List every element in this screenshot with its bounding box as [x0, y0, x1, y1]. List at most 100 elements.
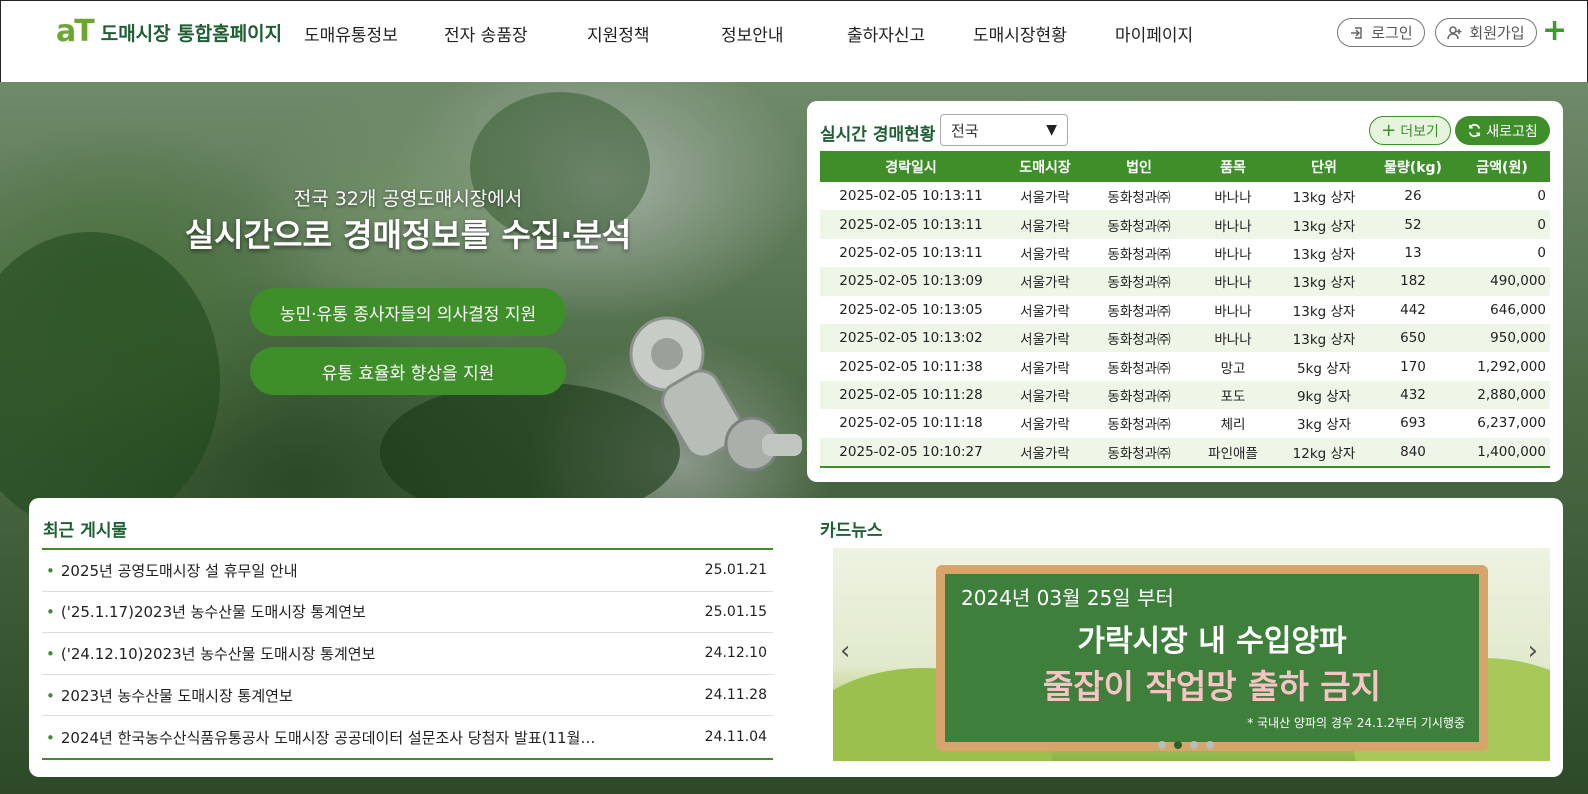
cell-corporation: 동화청과㈜ [1107, 190, 1171, 207]
post-date: 25.01.15 [704, 603, 767, 620]
nav-item-e-invoice[interactable]: 전자 송품장 [444, 21, 528, 46]
table-row[interactable]: 2025-02-05 10:13:11 서울가락 동화청과㈜ 바나나 13kg 상자 13… [820, 239, 1550, 267]
dropdown-arrow-icon: ▼ [1046, 122, 1057, 138]
cell-unit: 12kg 상자 [1292, 445, 1356, 462]
table-row[interactable]: 2025-02-05 10:11:18 서울가락 동화청과㈜ 체리 3kg 상자 693 6… [820, 409, 1550, 437]
nav-item-shipper-report[interactable]: 출하자신고 [847, 21, 925, 46]
post-item[interactable]: • 2025년 공영도매시장 설 휴무일 안내 25.01.21 [42, 550, 773, 592]
plus-menu-icon[interactable]: + [1542, 16, 1567, 46]
more-button[interactable]: + 더보기 [1369, 116, 1451, 145]
table-row[interactable]: 2025-02-05 10:13:09 서울가락 동화청과㈜ 바나나 13kg 상자 18… [820, 267, 1550, 296]
nav-item-market-status[interactable]: 도매시장현황 [973, 21, 1067, 46]
post-item[interactable]: • ('24.12.10)2023년 농수산물 도매시장 통계연보 24.12.10 [42, 633, 773, 675]
post-title-wrap: • 2024년 한국농수산식품유통공사 도매시장 공공데이터 설문조사 당첨자 발… [46, 727, 606, 748]
cell-corporation: 동화청과㈜ [1107, 303, 1171, 320]
cell-unit: 3kg 상자 [1296, 417, 1352, 434]
login-label: 로그인 [1371, 24, 1413, 42]
more-label: 더보기 [1400, 123, 1439, 140]
recent-posts-list: • 2025년 공영도매시장 설 휴무일 안내 25.01.21 • ('25.1.17… [42, 548, 773, 760]
realtime-auction-panel: 실시간 경매현황 전국 ▼ + 더보기 새로고침 경락일시 도매시장 법인 품목… [807, 101, 1563, 482]
cell-item: 망고 [1220, 360, 1246, 377]
col-header-amount: 금액(원) [1476, 159, 1528, 176]
cell-unit: 5kg 상자 [1296, 360, 1352, 377]
table-row[interactable]: 2025-02-05 10:13:02 서울가락 동화청과㈜ 바나나 13kg 상자 65… [820, 323, 1550, 353]
region-select[interactable]: 전국 ▼ [940, 114, 1068, 146]
signup-button[interactable]: 회원가입 [1435, 18, 1537, 47]
efficiency-support-pill: 유통 효율화 향상을 지원 [250, 347, 566, 395]
carousel-dots [1158, 741, 1214, 749]
next-slide-icon[interactable]: › [1528, 636, 1538, 666]
post-title: 2023년 농수산물 도매시장 통계연보 [60, 686, 293, 705]
hero-title: 실시간으로 경매정보를 수집·분석 [184, 216, 632, 254]
post-date: 24.11.04 [704, 729, 767, 746]
cardnews-title: 카드뉴스 [820, 521, 883, 541]
cell-amount: 0 [1537, 216, 1546, 233]
post-title-wrap: • 2025년 공영도매시장 설 휴무일 안내 [46, 560, 298, 581]
slide-headline-1: 가락시장 내 수입양파 [1077, 624, 1347, 659]
cell-datetime: 2025-02-05 10:13:11 [839, 216, 983, 233]
col-header-quantity: 물량(kg) [1384, 159, 1442, 176]
cell-unit: 13kg 상자 [1292, 303, 1356, 320]
col-header-market: 도매시장 [1019, 159, 1071, 176]
table-header: 경락일시 도매시장 법인 품목 단위 물량(kg) 금액(원) [820, 151, 1550, 182]
login-button[interactable]: 로그인 [1337, 18, 1425, 47]
post-item[interactable]: • ('25.1.17)2023년 농수산물 도매시장 통계연보 25.01.15 [42, 592, 773, 634]
cell-amount: 0 [1537, 244, 1546, 261]
cell-quantity: 693 [1400, 415, 1426, 432]
cell-quantity: 52 [1404, 216, 1422, 233]
nav-item-information[interactable]: 정보안내 [721, 21, 784, 46]
cell-quantity: 170 [1400, 358, 1426, 375]
table-row[interactable]: 2025-02-05 10:13:11 서울가락 동화청과㈜ 바나나 13kg 상자 26… [820, 182, 1550, 210]
site-logo[interactable]: aT 도매시장 통합홈페이지 [56, 17, 282, 47]
refresh-button[interactable]: 새로고침 [1455, 116, 1550, 145]
bullet-icon: • [46, 728, 55, 747]
signup-label: 회원가입 [1469, 24, 1525, 42]
table-row[interactable]: 2025-02-05 10:13:11 서울가락 동화청과㈜ 바나나 13kg 상자 52… [820, 210, 1550, 239]
cell-corporation: 동화청과㈜ [1107, 417, 1171, 434]
nav-item-support-policy[interactable]: 지원정책 [587, 21, 650, 46]
cell-market: 서울가락 [1020, 275, 1070, 292]
cell-datetime: 2025-02-05 10:11:38 [839, 358, 983, 375]
cell-datetime: 2025-02-05 10:13:09 [839, 273, 983, 290]
post-date: 24.11.28 [704, 687, 767, 704]
cell-quantity: 182 [1400, 273, 1426, 290]
cell-quantity: 432 [1400, 386, 1426, 403]
post-title: 2025년 공영도매시장 설 휴무일 안내 [60, 561, 298, 580]
post-item[interactable]: • 2023년 농수산물 도매시장 통계연보 24.11.28 [42, 675, 773, 717]
carousel-dot[interactable] [1206, 741, 1214, 749]
cell-market: 서울가락 [1020, 303, 1070, 320]
table-row[interactable]: 2025-02-05 10:11:38 서울가락 동화청과㈜ 망고 5kg 상자 170 1… [820, 352, 1550, 380]
slide-headline-2: 줄잡이 작업망 출하 금지 [1042, 667, 1382, 706]
add-user-icon [1447, 25, 1462, 39]
col-header-corporation: 법인 [1126, 159, 1152, 176]
carousel-dot[interactable] [1174, 741, 1182, 749]
cardnews-slide: 2024년 03월 25일 부터 가락시장 내 수입양파 줄잡이 작업망 출하 … [936, 565, 1488, 751]
nav-item-mypage[interactable]: 마이페이지 [1115, 21, 1193, 46]
carousel-dot[interactable] [1190, 741, 1198, 749]
cell-datetime: 2025-02-05 10:11:18 [839, 415, 983, 432]
carousel-dot[interactable] [1158, 741, 1166, 749]
cardnews-carousel[interactable]: 2024년 03월 25일 부터 가락시장 내 수입양파 줄잡이 작업망 출하 … [833, 548, 1550, 761]
table-row[interactable]: 2025-02-05 10:10:27 서울가락 동화청과㈜ 파인애플 12kg 상자 8… [820, 437, 1550, 466]
bottom-panel: 최근 게시물 • 2025년 공영도매시장 설 휴무일 안내 25.01.21 • ('… [29, 498, 1563, 777]
post-item[interactable]: • 2024년 한국농수산식품유통공사 도매시장 공공데이터 설문조사 당첨자 발… [42, 716, 773, 758]
cell-datetime: 2025-02-05 10:13:02 [839, 330, 983, 347]
cell-unit: 13kg 상자 [1292, 246, 1356, 263]
cell-corporation: 동화청과㈜ [1107, 246, 1171, 263]
refresh-label: 새로고침 [1486, 123, 1538, 140]
prev-slide-icon[interactable]: ‹ [840, 636, 850, 666]
cell-amount: 6,237,000 [1477, 415, 1546, 432]
table-row[interactable]: 2025-02-05 10:13:05 서울가락 동화청과㈜ 바나나 13kg 상자 44… [820, 296, 1550, 324]
post-title-wrap: • ('25.1.17)2023년 농수산물 도매시장 통계연보 [46, 601, 366, 622]
cell-market: 서울가락 [1020, 388, 1070, 405]
post-title: ('24.12.10)2023년 농수산물 도매시장 통계연보 [60, 644, 376, 663]
nav-item-distribution-info[interactable]: 도매유통정보 [304, 21, 398, 46]
cell-unit: 9kg 상자 [1296, 388, 1352, 405]
region-select-value: 전국 [951, 121, 979, 140]
cell-unit: 13kg 상자 [1292, 190, 1356, 207]
cell-datetime: 2025-02-05 10:13:05 [839, 301, 983, 318]
table-row[interactable]: 2025-02-05 10:11:28 서울가락 동화청과㈜ 포도 9kg 상자 432 2… [820, 380, 1550, 410]
post-title-wrap: • 2023년 농수산물 도매시장 통계연보 [46, 685, 293, 706]
post-date: 25.01.21 [704, 562, 767, 579]
refresh-icon [1469, 123, 1481, 138]
